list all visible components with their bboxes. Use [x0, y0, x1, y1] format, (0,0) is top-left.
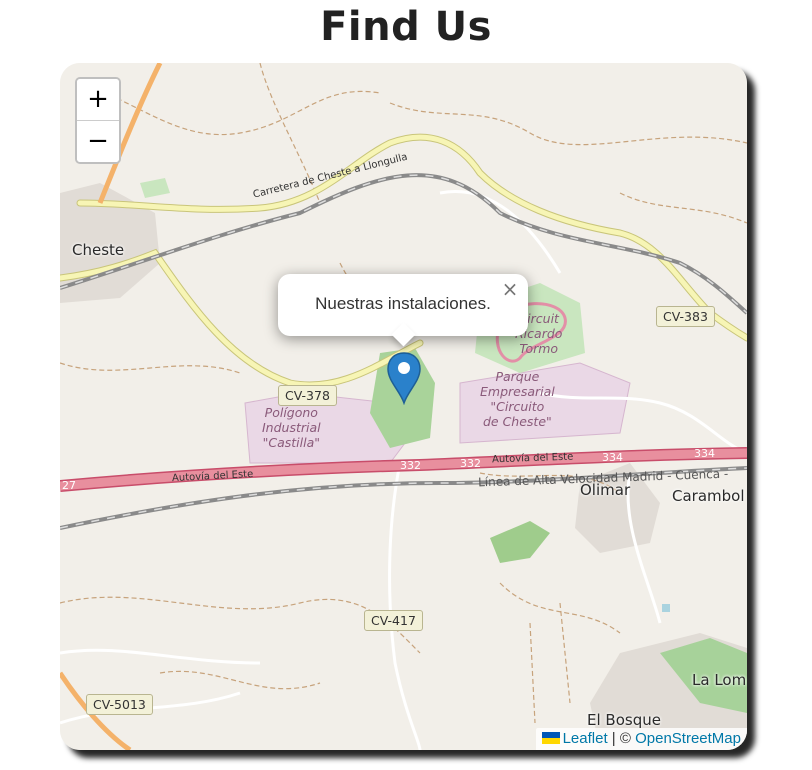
leaflet-link[interactable]: Leaflet: [563, 730, 608, 747]
location-marker-icon[interactable]: [386, 351, 422, 405]
page-title: Find Us: [320, 4, 492, 50]
shield-cv5013: CV-5013: [86, 694, 153, 715]
motorway-label-334b: 334: [694, 447, 715, 460]
ukraine-flag-icon: [541, 732, 560, 744]
attribution-separator: | ©: [611, 730, 631, 747]
map-attribution: Leaflet | © OpenStreetMap: [535, 728, 747, 750]
motorway-label-334a: 334: [602, 451, 623, 464]
popup-text: Nuestras instalaciones.: [315, 294, 491, 313]
area-label-parque: Parque Empresarial "Circuito de Cheste": [480, 369, 555, 429]
map-tiles: [60, 63, 747, 750]
motorway-label-332a: 332: [400, 459, 421, 472]
popup-close-button[interactable]: ×: [501, 279, 519, 299]
shield-cv417: CV-417: [364, 610, 423, 631]
place-label-la-loma: La Lom: [692, 671, 747, 689]
area-label-poligono: Polígono Industrial "Castilla": [262, 405, 321, 450]
zoom-in-button[interactable]: +: [77, 79, 119, 120]
zoom-out-button[interactable]: −: [77, 120, 119, 162]
motorway-label-332b: 332: [460, 457, 481, 470]
place-label-cheste: Cheste: [72, 241, 125, 259]
shield-cv383: CV-383: [656, 306, 715, 327]
motorway-label-27: 27: [62, 479, 76, 492]
marker-popup: Nuestras instalaciones. ×: [278, 274, 528, 347]
shield-cv378: CV-378: [278, 385, 337, 406]
place-label-carambolas: Carambol: [672, 487, 745, 505]
zoom-control: + −: [75, 77, 121, 164]
openstreetmap-link[interactable]: OpenStreetMap: [635, 730, 741, 747]
map[interactable]: Cheste Olimar Carambol La Lom El Bosque …: [60, 63, 747, 750]
place-label-el-bosque: El Bosque: [587, 711, 661, 729]
